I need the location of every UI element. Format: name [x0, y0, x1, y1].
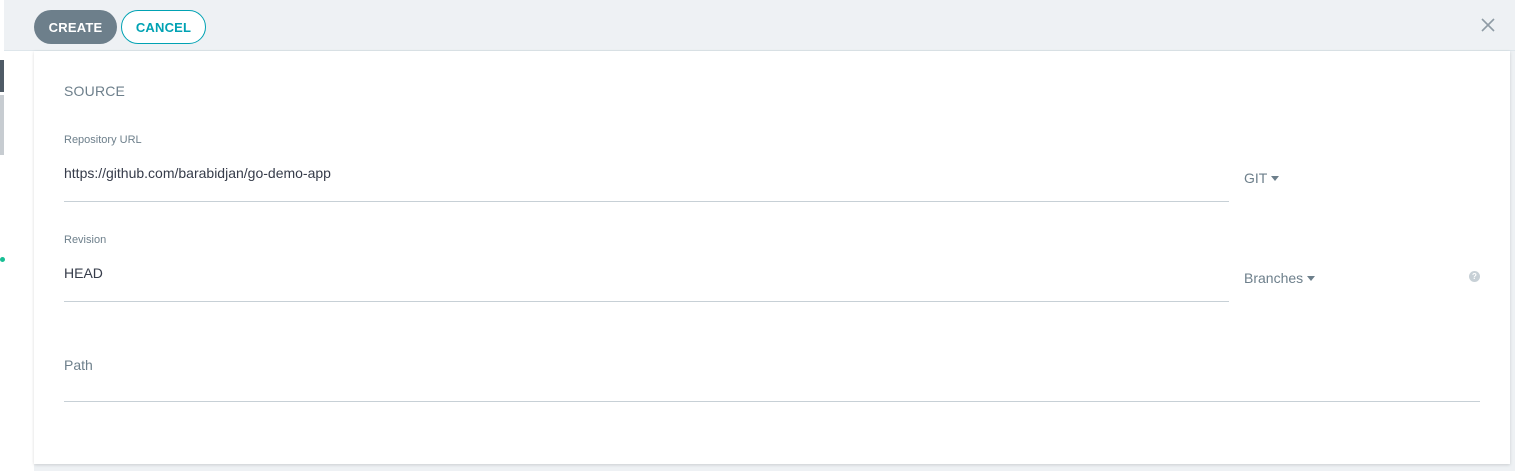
- background-sidebar-block: [0, 60, 4, 92]
- section-title-source: SOURCE: [64, 83, 126, 99]
- cancel-button[interactable]: CANCEL: [121, 10, 206, 44]
- caret-down-icon: [1271, 175, 1280, 181]
- revision-type-dropdown-label: Branches: [1244, 270, 1304, 286]
- path-input[interactable]: Path: [64, 357, 93, 373]
- caret-down-icon: [1307, 275, 1316, 281]
- background-status-dot: [0, 257, 5, 262]
- panel-toolbar: CREATE CANCEL: [4, 0, 1515, 51]
- repository-url-underline: [64, 201, 1229, 202]
- repo-type-dropdown[interactable]: GIT: [1244, 170, 1280, 186]
- revision-input[interactable]: HEAD: [64, 265, 103, 281]
- repository-url-label: Repository URL: [64, 134, 142, 146]
- revision-label: Revision: [64, 234, 107, 246]
- path-underline: [64, 401, 1480, 402]
- revision-underline: [64, 301, 1229, 302]
- create-button[interactable]: CREATE: [34, 10, 117, 44]
- repo-type-dropdown-label: GIT: [1244, 170, 1268, 186]
- close-icon[interactable]: [1479, 16, 1497, 34]
- repository-url-input[interactable]: https://github.com/barabidjan/go-demo-ap…: [64, 165, 331, 181]
- background-sidebar-block: [0, 95, 4, 155]
- background-app-sliver: [0, 0, 34, 471]
- revision-type-dropdown[interactable]: Branches: [1244, 270, 1316, 286]
- app-stage: CREATE CANCEL SOURCE Repository URL http…: [0, 0, 1515, 471]
- source-form-card: SOURCE Repository URL https://github.com…: [34, 51, 1510, 464]
- question-icon[interactable]: ?: [1469, 271, 1480, 282]
